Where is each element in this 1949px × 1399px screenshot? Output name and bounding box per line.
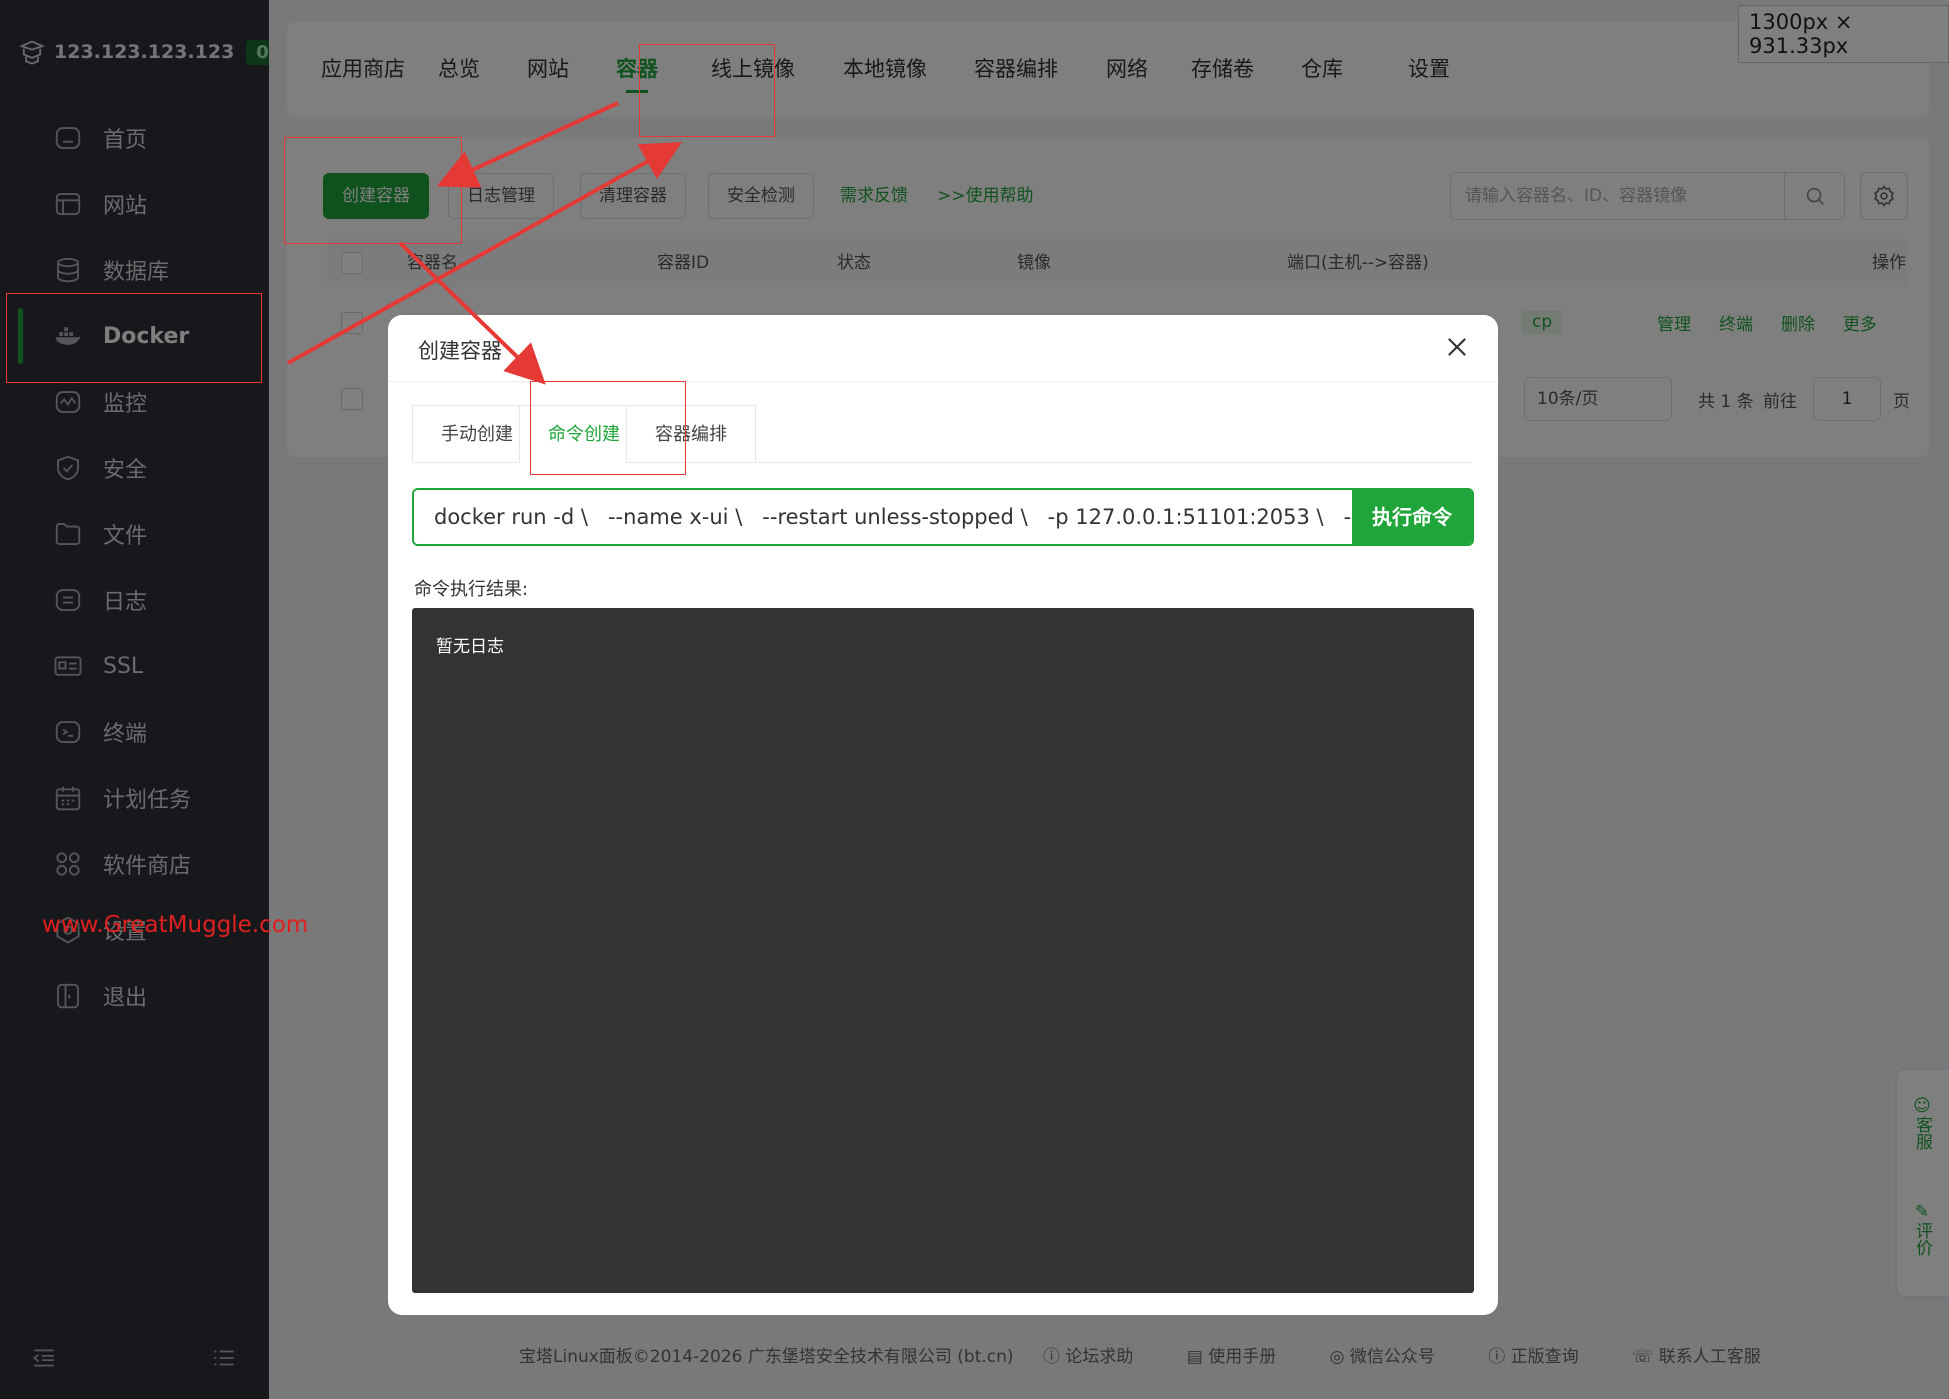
arrow-tab-to-button xyxy=(436,101,619,188)
arrow-docker-to-tab xyxy=(287,142,682,365)
arrow-button-to-command-tab xyxy=(398,241,546,385)
watermark: www.GreatMuggle.com xyxy=(42,912,309,938)
annotation-arrows xyxy=(287,101,682,385)
